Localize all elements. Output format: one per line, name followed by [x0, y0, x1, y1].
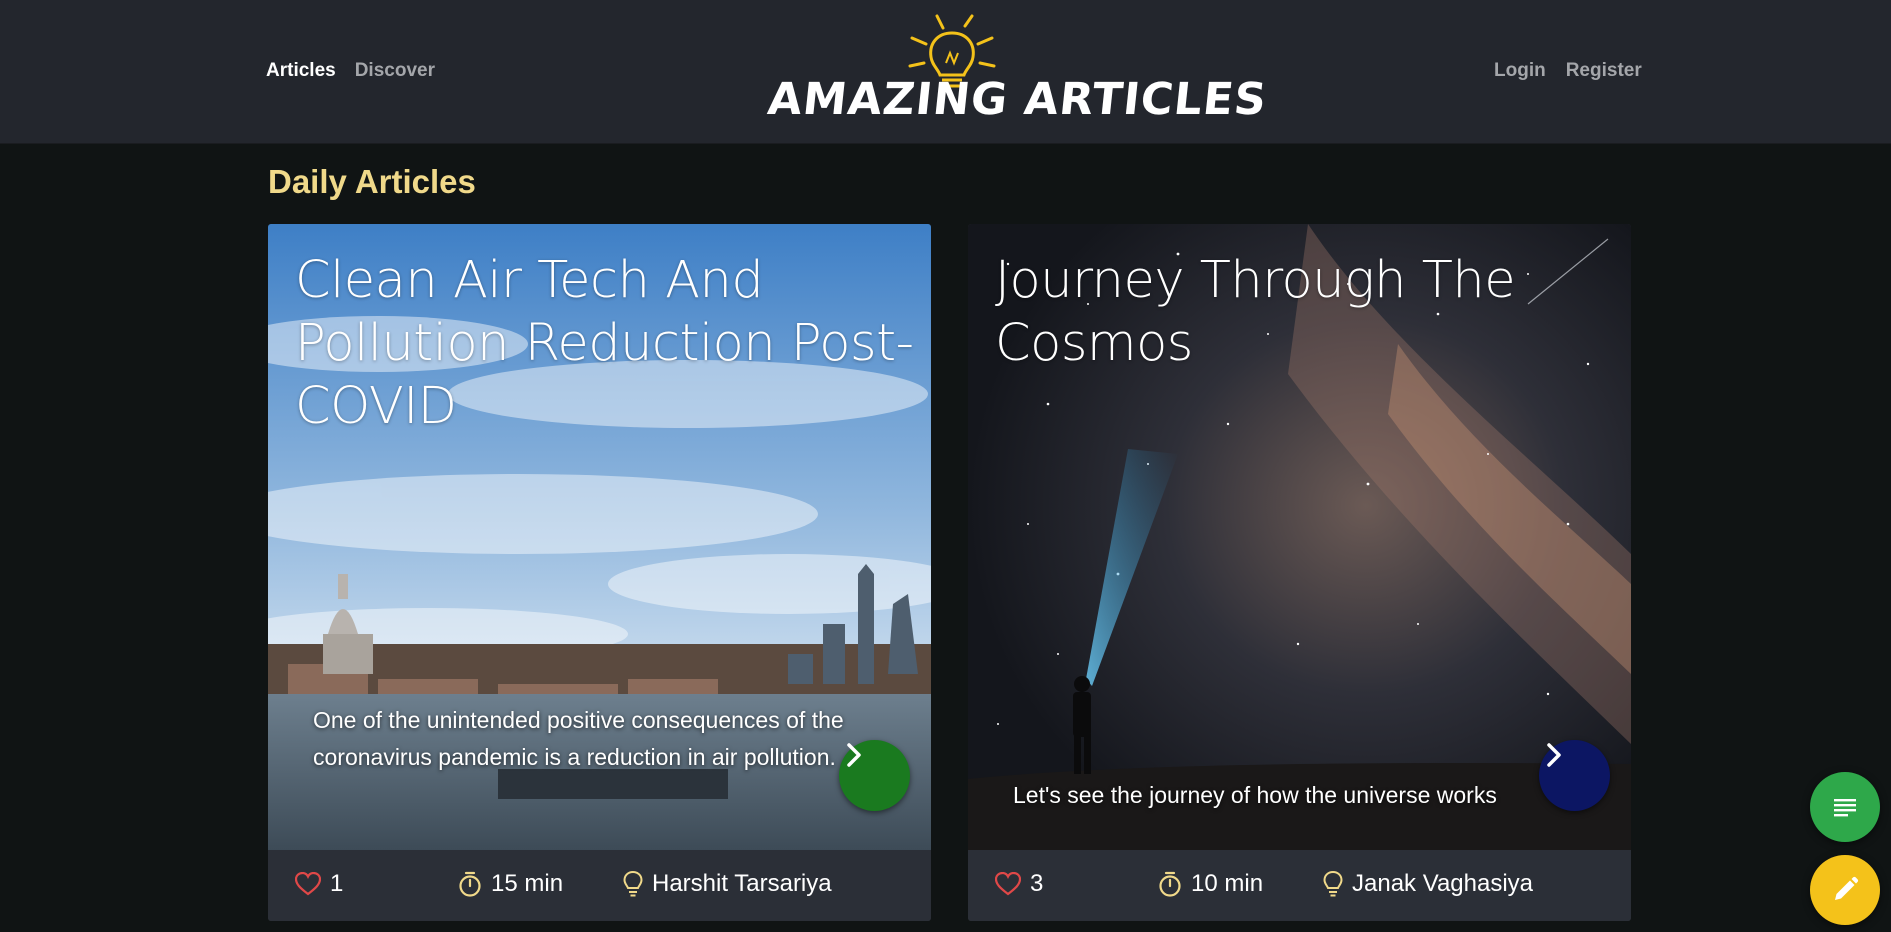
heart-icon [295, 872, 321, 896]
chevron-right-icon [1547, 743, 1561, 767]
likes-meta[interactable]: 1 [295, 870, 343, 898]
article-description: One of the unintended positive consequen… [313, 707, 844, 770]
author-name: Janak Vaghasiya [1352, 870, 1534, 897]
stopwatch-icon [459, 871, 481, 897]
read-article-button[interactable] [839, 740, 910, 811]
brand-logo[interactable]: AMAZING ARTICLES [760, 8, 1270, 133]
primary-nav: Articles Discover [266, 60, 435, 82]
login-link[interactable]: Login [1494, 60, 1546, 82]
read-time: 15 min [491, 870, 564, 897]
author-meta[interactable]: Harshit Tarsariya [623, 870, 832, 898]
top-navbar: Articles Discover AMAZING ARTICLES Login… [0, 0, 1891, 144]
read-time-meta: 15 min [458, 870, 563, 898]
article-card[interactable]: Clean Air Tech And Pollution Reduction P… [268, 224, 931, 921]
likes-count: 3 [1030, 870, 1044, 897]
register-link[interactable]: Register [1566, 60, 1642, 82]
article-card[interactable]: Journey Through The Cosmos Let's see the… [968, 224, 1631, 921]
read-time: 10 min [1191, 870, 1264, 897]
read-article-button[interactable] [1539, 740, 1610, 811]
brand-name: AMAZING ARTICLES [765, 74, 1270, 125]
article-cover-image: Journey Through The Cosmos Let's see the… [968, 224, 1631, 850]
article-cover-image: Clean Air Tech And Pollution Reduction P… [268, 224, 931, 850]
write-article-fab[interactable] [1810, 855, 1880, 925]
chevron-right-icon [847, 743, 861, 767]
article-title[interactable]: Journey Through The Cosmos [995, 249, 1615, 375]
article-meta-bar: 3 10 min Janak Vaghasiya [968, 850, 1631, 921]
article-title[interactable]: Clean Air Tech And Pollution Reduction P… [295, 249, 915, 438]
article-meta-bar: 1 15 min Harshit Tarsariya [268, 850, 931, 921]
read-time-meta: 10 min [1158, 870, 1263, 898]
nav-link-discover[interactable]: Discover [355, 60, 435, 82]
likes-count: 1 [330, 870, 344, 897]
author-meta[interactable]: Janak Vaghasiya [1323, 870, 1533, 898]
lightbulb-icon [1323, 871, 1343, 897]
nav-link-articles[interactable]: Articles [266, 60, 336, 82]
likes-meta[interactable]: 3 [995, 870, 1043, 898]
section-title: Daily Articles [268, 163, 476, 200]
list-icon [1834, 799, 1856, 817]
heart-icon [995, 872, 1021, 896]
stopwatch-icon [1159, 871, 1181, 897]
lightbulb-icon [623, 871, 643, 897]
articles-list-fab[interactable] [1810, 772, 1880, 842]
author-name: Harshit Tarsariya [652, 870, 832, 897]
article-description: Let's see the journey of how the univers… [1013, 782, 1497, 808]
auth-nav: Login Register [1494, 60, 1642, 82]
pencil-icon [1835, 876, 1859, 900]
